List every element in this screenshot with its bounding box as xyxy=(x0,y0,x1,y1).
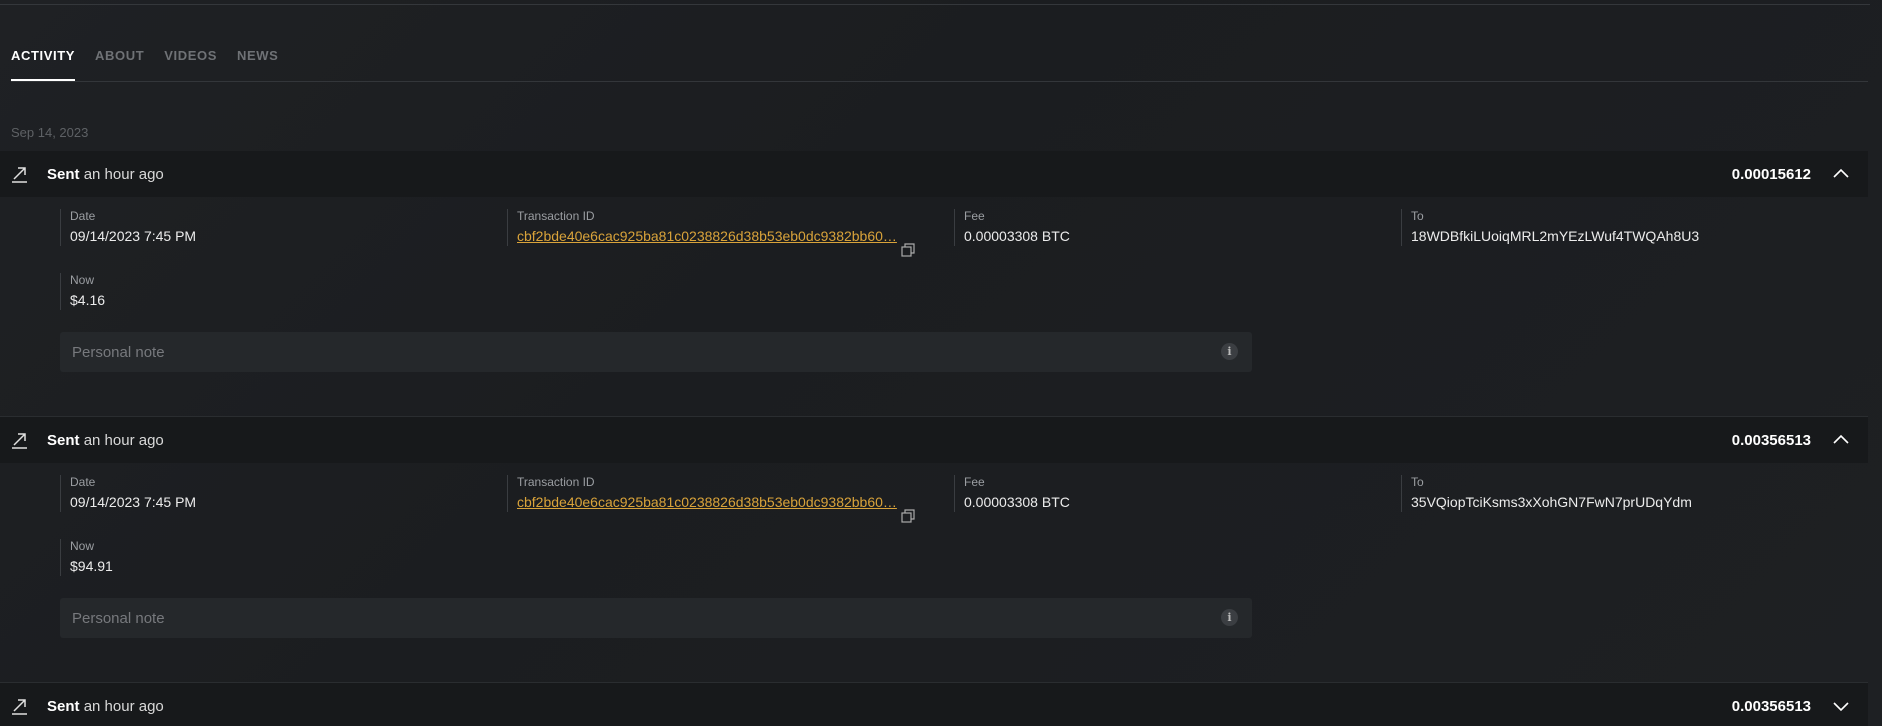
sent-arrow-icon xyxy=(12,167,27,183)
to-field: To 18WDBfkiLUoiqMRL2mYEzLWuf4TWQAh8U3 xyxy=(1401,209,1699,246)
to-address: 35VQiopTciKsms3xXohGN7FwN7prUDqYdm xyxy=(1411,494,1692,510)
tab-videos[interactable]: VIDEOS xyxy=(164,48,217,81)
fee-field: Fee 0.00003308 BTC xyxy=(954,209,1070,246)
chevron-down-icon[interactable] xyxy=(1832,697,1850,715)
fee-label: Fee xyxy=(964,475,985,489)
transaction-amount: 0.00356513 xyxy=(1731,697,1811,715)
transaction-header[interactable]: Sent an hour ago 0.00356513 xyxy=(0,683,1868,726)
transaction-type: Sent xyxy=(47,697,80,715)
tabs-divider xyxy=(11,81,1868,82)
to-field: To 35VQiopTciKsms3xXohGN7FwN7prUDqYdm xyxy=(1401,475,1692,512)
transaction-title: Sent an hour ago xyxy=(47,166,164,183)
transaction-time: an hour ago xyxy=(83,697,164,715)
transaction-time: an hour ago xyxy=(83,165,164,183)
chevron-up-icon[interactable] xyxy=(1832,431,1850,449)
to-label: To xyxy=(1411,475,1424,489)
activity-page: ACTIVITY ABOUT VIDEOS NEWS Sep 14, 2023 … xyxy=(0,0,1882,726)
transaction-amount: 0.00356513 xyxy=(1731,431,1811,449)
copy-icon[interactable] xyxy=(901,509,915,523)
date-label: Date xyxy=(70,209,96,223)
transaction-item: Sent an hour ago 0.00356513 Date 09/14/2… xyxy=(0,417,1868,683)
transaction-item: Sent an hour ago 0.00015612 Date 09/14/2… xyxy=(0,151,1868,417)
tab-news[interactable]: NEWS xyxy=(237,48,278,81)
tab-about[interactable]: ABOUT xyxy=(95,48,144,81)
transaction-header[interactable]: Sent an hour ago 0.00015612 xyxy=(0,151,1868,197)
date-value: 09/14/2023 7:45 PM xyxy=(70,228,197,244)
date-value: 09/14/2023 7:45 PM xyxy=(70,494,197,510)
transaction-header[interactable]: Sent an hour ago 0.00356513 xyxy=(0,417,1868,463)
transaction-title: Sent an hour ago xyxy=(47,432,164,449)
now-field: Now $94.91 xyxy=(60,539,113,576)
now-label: Now xyxy=(70,273,95,287)
now-value: $4.16 xyxy=(70,292,106,308)
info-icon[interactable]: i xyxy=(1221,609,1238,626)
date-field: Date 09/14/2023 7:45 PM xyxy=(60,475,196,512)
tab-bar: ACTIVITY ABOUT VIDEOS NEWS xyxy=(11,48,278,81)
transaction-id-link[interactable]: cbf2bde40e6cac925ba81c0238826d38b53eb0dc… xyxy=(517,492,897,512)
transaction-details: Date 09/14/2023 7:45 PM Transaction ID c… xyxy=(0,197,1868,417)
transaction-time: an hour ago xyxy=(83,431,164,449)
fee-label: Fee xyxy=(964,209,985,223)
now-label: Now xyxy=(70,539,95,553)
transaction-item: Sent an hour ago 0.00356513 xyxy=(0,683,1868,726)
fee-value: 0.00003308 BTC xyxy=(964,494,1070,510)
transaction-type: Sent xyxy=(47,165,80,183)
fee-value: 0.00003308 BTC xyxy=(964,228,1070,244)
personal-note-input[interactable] xyxy=(60,598,1252,638)
info-icon[interactable]: i xyxy=(1221,343,1238,360)
transaction-id-label: Transaction ID xyxy=(517,475,595,489)
tab-activity[interactable]: ACTIVITY xyxy=(11,48,76,81)
to-address: 18WDBfkiLUoiqMRL2mYEzLWuf4TWQAh8U3 xyxy=(1411,228,1700,244)
personal-note: i xyxy=(60,598,1252,638)
personal-note: i xyxy=(60,332,1252,372)
date-group-heading: Sep 14, 2023 xyxy=(11,125,89,140)
sent-arrow-icon xyxy=(12,699,27,715)
top-divider xyxy=(0,4,1870,5)
transaction-amount: 0.00015612 xyxy=(1731,165,1811,183)
now-value: $94.91 xyxy=(70,558,113,574)
fee-field: Fee 0.00003308 BTC xyxy=(954,475,1070,512)
chevron-up-icon[interactable] xyxy=(1832,165,1850,183)
copy-icon[interactable] xyxy=(901,243,915,257)
date-field: Date 09/14/2023 7:45 PM xyxy=(60,209,196,246)
date-label: Date xyxy=(70,475,96,489)
personal-note-input[interactable] xyxy=(60,332,1252,372)
to-label: To xyxy=(1411,209,1424,223)
now-field: Now $4.16 xyxy=(60,273,105,310)
transaction-id-link[interactable]: cbf2bde40e6cac925ba81c0238826d38b53eb0dc… xyxy=(517,226,897,246)
transaction-details: Date 09/14/2023 7:45 PM Transaction ID c… xyxy=(0,463,1868,683)
sent-arrow-icon xyxy=(12,433,27,449)
transaction-type: Sent xyxy=(47,431,80,449)
transaction-id-field: Transaction ID cbf2bde40e6cac925ba81c023… xyxy=(507,475,897,512)
transaction-title: Sent an hour ago xyxy=(47,698,164,715)
transaction-id-label: Transaction ID xyxy=(517,209,595,223)
transaction-id-field: Transaction ID cbf2bde40e6cac925ba81c023… xyxy=(507,209,897,246)
